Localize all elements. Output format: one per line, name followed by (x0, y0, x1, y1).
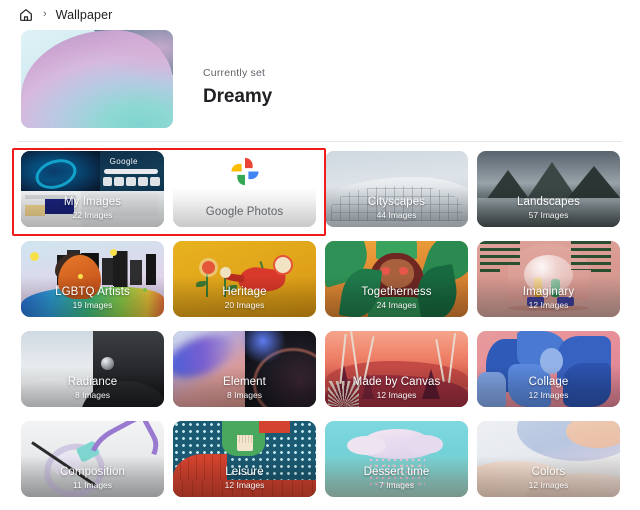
tile-title: Made by Canvas (352, 376, 441, 388)
collection-tile-landscapes[interactable]: Landscapes 57 Images (477, 151, 620, 227)
tile-caption: Landscapes 57 Images (477, 196, 620, 220)
home-icon[interactable] (18, 7, 34, 23)
tile-caption: Google Photos (173, 206, 316, 220)
tile-count: 12 Images (528, 480, 569, 490)
tile-count: 12 Images (224, 480, 265, 490)
wallpaper-collection-grid: Google My Images 22 Images (0, 142, 640, 497)
wallpaper-page: › Wallpaper Currently set Dreamy Google (0, 0, 640, 510)
tile-caption: Dessert time 7 Images (325, 466, 468, 490)
tile-count: 20 Images (224, 300, 265, 310)
tile-caption: Cityscapes 44 Images (325, 196, 468, 220)
tile-count: 19 Images (72, 300, 113, 310)
tile-count: 24 Images (376, 300, 417, 310)
tile-caption: Heritage 20 Images (173, 286, 316, 310)
breadcrumb: › Wallpaper (0, 0, 640, 30)
tile-count: 12 Images (528, 390, 569, 400)
collection-tile-colors[interactable]: Colors 12 Images (477, 421, 620, 497)
chevron-right-icon: › (43, 7, 47, 20)
tile-caption: My Images 22 Images (21, 196, 164, 220)
collection-tile-cityscapes[interactable]: Cityscapes 44 Images (325, 151, 468, 227)
tile-count: 12 Images (376, 390, 417, 400)
current-wallpaper-name: Dreamy (203, 86, 273, 107)
collection-tile-composition[interactable]: Composition 11 Images (21, 421, 164, 497)
tile-title: LGBTQ Artists (55, 286, 130, 298)
art-shape (101, 356, 115, 370)
collection-tile-element[interactable]: Element 8 Images (173, 331, 316, 407)
collection-tile-my-images[interactable]: Google My Images 22 Images (21, 151, 164, 227)
tile-count: 11 Images (72, 480, 113, 490)
tile-title: Leisure (225, 466, 264, 478)
tile-count: 8 Images (227, 390, 262, 400)
tile-title: Element (223, 376, 266, 388)
tile-title: Togetherness (361, 286, 432, 298)
tile-title: Landscapes (516, 196, 581, 208)
tile-count: 12 Images (528, 300, 569, 310)
collection-tile-dessert-time[interactable]: Dessert time 7 Images (325, 421, 468, 497)
tile-title: My Images (63, 196, 122, 208)
tile-caption: Made by Canvas 12 Images (325, 376, 468, 400)
tile-title: Collage (528, 376, 569, 388)
tile-caption: Radiance 8 Images (21, 376, 164, 400)
collection-tile-radiance[interactable]: Radiance 8 Images (21, 331, 164, 407)
tile-caption: LGBTQ Artists 19 Images (21, 286, 164, 310)
current-wallpaper-thumbnail[interactable] (21, 30, 173, 128)
currently-set-card: Currently set Dreamy (0, 30, 640, 134)
tile-title: Dessert time (363, 466, 430, 478)
breadcrumb-label: Wallpaper (55, 8, 113, 22)
currently-set-label: Currently set (203, 67, 266, 79)
tile-title: Composition (59, 466, 126, 478)
tile-title: Google Photos (205, 206, 284, 218)
collection-tile-togetherness[interactable]: Togetherness 24 Images (325, 241, 468, 317)
collection-tile-google-photos[interactable]: Google Photos (173, 151, 316, 227)
tile-title: Heritage (222, 286, 267, 298)
tile-count: 57 Images (528, 210, 569, 220)
tile-count: 22 Images (72, 210, 113, 220)
tile-count: 7 Images (379, 480, 414, 490)
tile-title: Cityscapes (367, 196, 426, 208)
collection-tile-lgbtq-artists[interactable]: LGBTQ Artists 19 Images (21, 241, 164, 317)
current-wallpaper-meta: Currently set Dreamy (173, 30, 272, 108)
tile-caption: Imaginary 12 Images (477, 286, 620, 310)
collection-tile-leisure[interactable]: Leisure 12 Images (173, 421, 316, 497)
tile-count: 44 Images (376, 210, 417, 220)
collection-tile-collage[interactable]: Collage 12 Images (477, 331, 620, 407)
tile-caption: Leisure 12 Images (173, 466, 316, 490)
tile-title: Colors (531, 466, 566, 478)
tile-caption: Collage 12 Images (477, 376, 620, 400)
tile-caption: Element 8 Images (173, 376, 316, 400)
collection-tile-heritage[interactable]: Heritage 20 Images (173, 241, 316, 317)
tile-count: 8 Images (75, 390, 110, 400)
tile-title: Radiance (67, 376, 118, 388)
collection-tile-imaginary[interactable]: Imaginary 12 Images (477, 241, 620, 317)
tile-caption: Togetherness 24 Images (325, 286, 468, 310)
tile-caption: Composition 11 Images (21, 466, 164, 490)
thumb-glow-layer (21, 30, 173, 128)
collection-tile-made-by-canvas[interactable]: Made by Canvas 12 Images (325, 331, 468, 407)
tile-caption: Colors 12 Images (477, 466, 620, 490)
tile-title: Imaginary (522, 286, 575, 298)
